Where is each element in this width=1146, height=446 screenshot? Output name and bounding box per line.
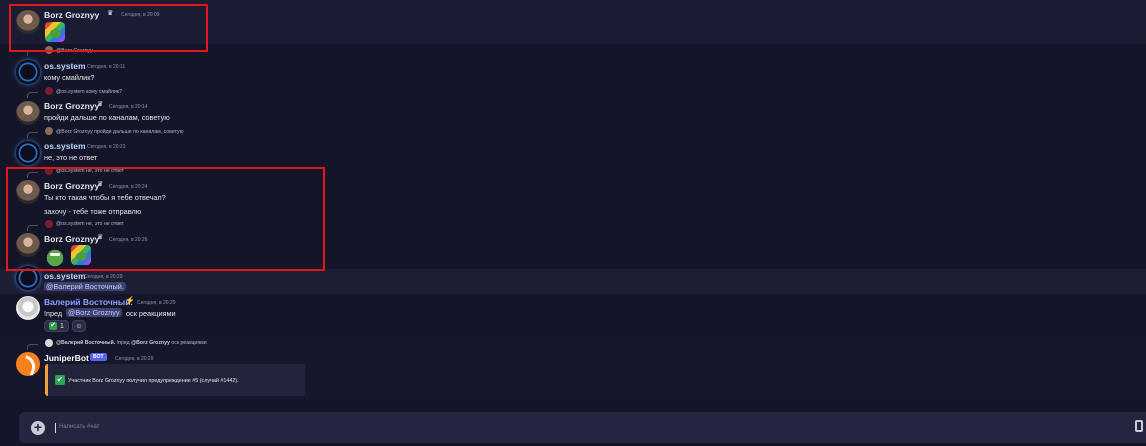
timestamp: Сегодня, в 20:14: [109, 104, 148, 110]
author-name[interactable]: Валерий Восточный.: [44, 297, 133, 307]
message-text: кому смайлик?: [44, 73, 95, 82]
text-caret: [55, 423, 56, 433]
reaction-count: 1: [60, 322, 64, 330]
reply-connector: [27, 132, 38, 138]
reply-preview[interactable]: @os.system кому смайлик?: [56, 89, 122, 95]
avatar[interactable]: [16, 352, 40, 376]
check-icon: ✔: [55, 375, 65, 385]
timestamp: Сегодня, в 20:29: [84, 274, 123, 280]
author-name[interactable]: os.system: [44, 61, 86, 71]
reply-text: оск реакциями: [171, 340, 207, 346]
message-input[interactable]: Написать #чат: [59, 424, 99, 430]
timestamp: Сегодня, в 20:29: [115, 356, 154, 362]
user-mention[interactable]: @Валерий Восточный.: [44, 282, 126, 291]
chat-window: Borz Groznyy ♛ Сегодня, в 20:09 @Borz Gr…: [0, 0, 1146, 446]
user-mention[interactable]: @Borz Groznyy: [66, 308, 122, 317]
timestamp: Сегодня, в 20:23: [87, 144, 126, 150]
bolt-icon: ⚡: [125, 296, 135, 305]
reaction-button[interactable]: ✔ 1: [44, 320, 69, 332]
message-text: не, это не ответ: [44, 153, 98, 162]
avatar[interactable]: [16, 141, 40, 165]
avatar[interactable]: [16, 60, 40, 84]
highlight-box: [6, 167, 325, 271]
author-name[interactable]: os.system: [44, 141, 86, 151]
timestamp: Сегодня, в 20:11: [87, 64, 126, 70]
reply-text: !пред: [116, 340, 130, 346]
reply-avatar: [45, 87, 53, 95]
embed-text: Участник Borz Groznyy получил предупрежд…: [68, 378, 239, 384]
message-hover-band: [0, 269, 1146, 294]
add-reaction-button[interactable]: ☺: [72, 320, 86, 332]
reply-connector: [27, 344, 38, 350]
check-icon: ✔: [49, 322, 57, 330]
reply-preview[interactable]: @Borz Groznyy пройди дальше по каналам, …: [56, 129, 183, 135]
warning-embed: ✔ Участник Borz Groznyy получил предупре…: [45, 364, 305, 396]
reply-preview[interactable]: @Валерий Восточный. !пред @Borz Groznyy …: [56, 340, 207, 346]
reply-connector: [27, 92, 38, 98]
message-input-bar[interactable]: + Написать #чат: [19, 412, 1146, 443]
avatar[interactable]: [16, 296, 40, 320]
smile-icon: ☺: [75, 322, 83, 330]
author-name[interactable]: Borz Groznyy: [44, 101, 99, 111]
reply-avatar: [45, 339, 53, 347]
crown-icon: ♛: [97, 101, 104, 108]
message-text: !пред: [44, 309, 63, 318]
attach-plus-icon[interactable]: +: [31, 420, 45, 435]
author-name[interactable]: os.system: [44, 271, 86, 281]
timestamp: Сегодня, в 20:29: [137, 300, 176, 306]
highlight-box: [9, 4, 208, 52]
bot-badge: BOT: [90, 353, 107, 361]
gift-icon[interactable]: [1135, 420, 1143, 432]
reply-mention: @Borz Groznyy: [131, 340, 170, 346]
message-text: пройди дальше по каналам, советую: [44, 113, 170, 122]
message-text: оск реакциями: [126, 309, 176, 318]
avatar[interactable]: [16, 101, 40, 125]
reply-avatar: [45, 127, 53, 135]
author-name[interactable]: JuniperBot: [44, 353, 89, 363]
reply-author: @Валерий Восточный.: [56, 340, 116, 346]
